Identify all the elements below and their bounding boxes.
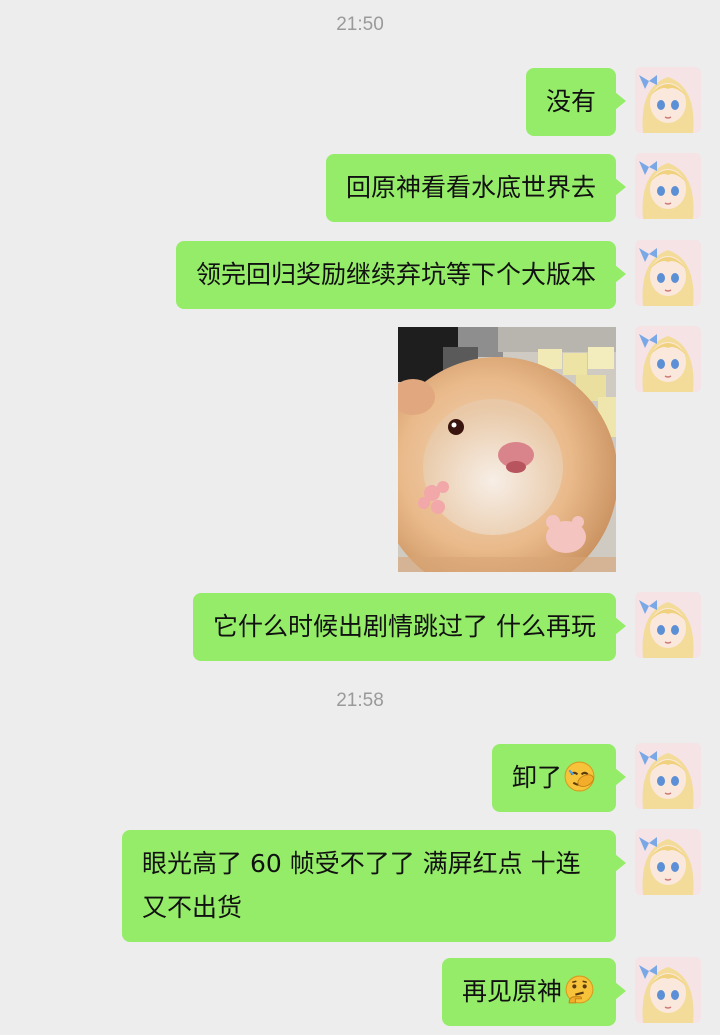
avatar[interactable]	[635, 153, 701, 219]
message-text: 卸了	[511, 763, 562, 792]
message-bubble[interactable]: 卸了	[491, 744, 627, 812]
message-text: 再见原神	[461, 977, 562, 1006]
message-bubble[interactable]: 没有	[525, 68, 627, 136]
avatar[interactable]	[635, 829, 701, 895]
timestamp: 21:58	[336, 690, 384, 711]
anime-girl-avatar-icon	[635, 67, 701, 133]
anime-girl-avatar-icon	[635, 829, 701, 895]
message-bubble[interactable]: 眼光高了 60 帧受不了了 满屏红点 十连又不出货	[122, 830, 626, 942]
avatar[interactable]	[635, 240, 701, 306]
timestamp: 21:50	[336, 14, 384, 35]
avatar[interactable]	[635, 67, 701, 133]
avatar[interactable]	[635, 592, 701, 658]
avatar[interactable]	[635, 743, 701, 809]
anime-girl-avatar-icon	[635, 743, 701, 809]
anime-girl-avatar-icon	[635, 153, 701, 219]
anime-girl-avatar-icon	[635, 957, 701, 1023]
face-palm-emoji-icon	[564, 761, 595, 792]
thinking-face-emoji-icon	[565, 975, 594, 1004]
anime-girl-avatar-icon	[635, 240, 701, 306]
message-bubble[interactable]: 领完回归奖励继续弃坑等下个大版本	[175, 241, 627, 309]
anime-girl-avatar-icon	[635, 326, 701, 392]
hamster-sticker-image[interactable]	[398, 327, 616, 572]
message-bubble[interactable]: 回原神看看水底世界去	[325, 154, 627, 222]
avatar[interactable]	[635, 957, 701, 1023]
message-bubble[interactable]: 它什么时候出剧情跳过了 什么再玩	[193, 593, 626, 661]
message-bubble[interactable]: 再见原神	[441, 958, 627, 1026]
anime-girl-avatar-icon	[635, 592, 701, 658]
avatar[interactable]	[635, 326, 701, 392]
